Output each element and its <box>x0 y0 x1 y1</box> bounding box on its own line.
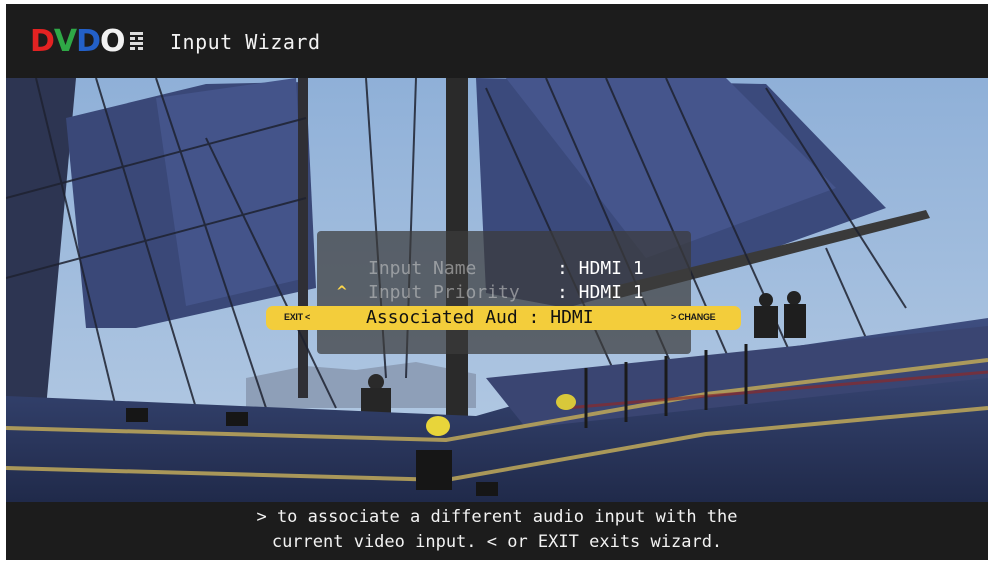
menu-row-input-priority-value: : HDMI 1 <box>557 282 644 303</box>
logo-letter-o: O <box>100 24 125 59</box>
menu-row-input-priority-label[interactable]: Input Priority <box>368 282 520 303</box>
change-hint[interactable]: > CHANGE <box>671 312 716 322</box>
scroll-up-arrow-icon: ^ <box>336 284 348 300</box>
logo-letter-d: D <box>30 24 55 59</box>
header-bar: D V D O Input Wizard <box>6 4 988 78</box>
associated-audio-row-text: Associated Aud : HDMI <box>366 307 594 328</box>
screenshot-frame: D V D O Input Wizard Input Name : HDMI 1… <box>0 0 991 565</box>
menu-row-input-name-label[interactable]: Input Name <box>368 258 476 279</box>
logo-letter-v: V <box>53 24 77 59</box>
help-text-line-1: > to associate a different audio input w… <box>256 507 738 527</box>
dvdo-grid-mark-icon <box>129 32 143 50</box>
dvdo-logo: D V D O <box>30 25 143 59</box>
selected-menu-row-associated-audio[interactable]: EXIT < Associated Aud : HDMI > CHANGE <box>266 306 741 330</box>
exit-hint[interactable]: EXIT < <box>284 312 310 322</box>
video-screen: D V D O Input Wizard Input Name : HDMI 1… <box>6 4 988 560</box>
page-title: Input Wizard <box>170 30 321 54</box>
help-text-line-2: current video input. < or EXIT exits wiz… <box>271 532 723 552</box>
logo-letter-d2: D <box>76 24 101 59</box>
help-bar: > to associate a different audio input w… <box>6 502 988 560</box>
menu-row-input-name-value: : HDMI 1 <box>557 258 644 279</box>
